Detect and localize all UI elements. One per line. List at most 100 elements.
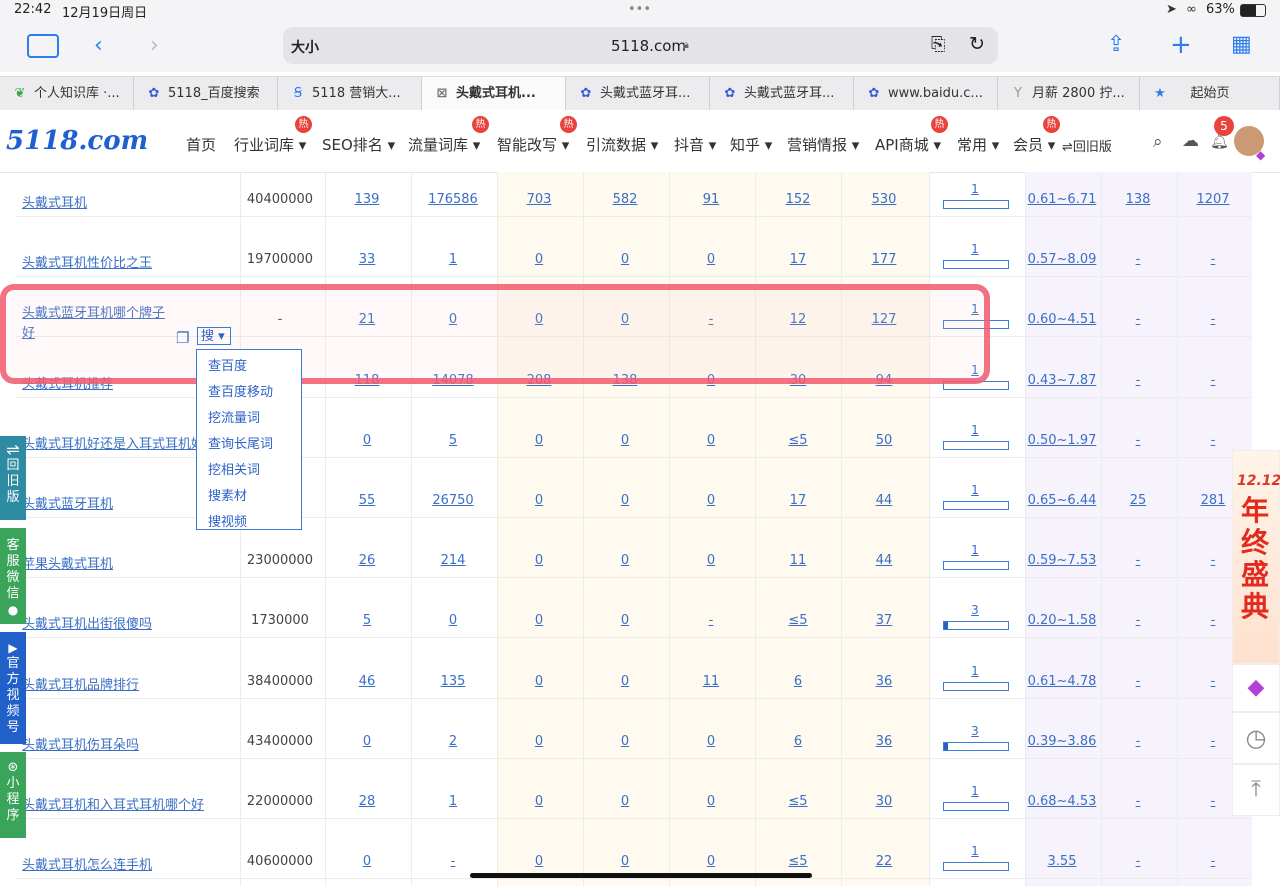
metric-link[interactable]: 176586 <box>413 192 493 207</box>
tab-8[interactable]: Y 月薪 2800 拧... <box>998 77 1140 111</box>
metric-link[interactable]: 0 <box>499 794 579 809</box>
back-icon[interactable]: ‹ <box>94 35 103 57</box>
extension-icon[interactable]: ⎘ <box>931 34 945 55</box>
rank-link[interactable]: 1 <box>955 844 995 858</box>
address-bar[interactable]: 大小 5118.com 🔒︎ ⎘ ↻ <box>283 27 998 64</box>
metric-link[interactable]: 0 <box>585 794 665 809</box>
metric-link[interactable]: 6 <box>758 734 838 749</box>
sidebar-toggle-icon[interactable] <box>27 34 59 58</box>
download-cloud-icon[interactable]: ☁ <box>1182 131 1199 151</box>
metric-link[interactable]: 44 <box>844 493 924 508</box>
metric-link[interactable]: 1207 <box>1183 192 1243 207</box>
metric-link[interactable]: - <box>1183 854 1243 869</box>
cpc-link[interactable]: 0.68~4.53 <box>1022 794 1102 809</box>
side-video[interactable]: ▶ 官方视频号 <box>0 632 26 744</box>
metric-link[interactable]: 0 <box>499 433 579 448</box>
metric-link[interactable]: 0 <box>327 854 407 869</box>
search-dropdown-button[interactable]: 搜 ▾ <box>197 327 231 345</box>
metric-link[interactable]: 0 <box>585 854 665 869</box>
metric-link[interactable]: 0 <box>671 433 751 448</box>
rank-link[interactable]: 1 <box>955 182 995 196</box>
metric-link[interactable]: - <box>1108 553 1168 568</box>
metric-link[interactable]: - <box>1183 373 1243 388</box>
tab-3[interactable]: Ꞩ 5118 营销大... <box>278 77 422 111</box>
metric-link[interactable]: 0 <box>671 794 751 809</box>
keyword-link[interactable]: 头戴式耳机怎么连手机 <box>22 854 242 873</box>
menu-item-related[interactable]: 挖相关词 <box>208 459 260 478</box>
nav-member[interactable]: 会员 ▾ <box>1013 134 1055 155</box>
metric-link[interactable]: 0 <box>499 493 579 508</box>
metric-link[interactable]: 11 <box>758 553 838 568</box>
metric-link[interactable]: 0 <box>327 433 407 448</box>
menu-item-baidu-mobile[interactable]: 查百度移动 <box>208 381 273 400</box>
reader-size-button[interactable]: 大小 <box>291 37 319 57</box>
metric-link[interactable]: 30 <box>844 794 924 809</box>
metric-link[interactable]: 0 <box>585 674 665 689</box>
side-service-wechat[interactable]: 客服微信 ● <box>0 528 26 624</box>
metric-link[interactable]: 214 <box>413 553 493 568</box>
nav-common[interactable]: 常用 ▾ <box>957 134 999 155</box>
cpc-link[interactable]: 0.61~4.78 <box>1022 674 1102 689</box>
forward-icon[interactable]: › <box>150 35 159 57</box>
metric-link[interactable]: 26 <box>327 553 407 568</box>
metric-link[interactable]: 703 <box>499 192 579 207</box>
metric-link[interactable]: 46 <box>327 674 407 689</box>
tab-9[interactable]: ★ 起始页 <box>1140 77 1280 111</box>
metric-link[interactable]: 0 <box>585 553 665 568</box>
reload-icon[interactable]: ↻ <box>969 33 985 55</box>
metric-link[interactable]: ≤5 <box>758 794 838 809</box>
metric-link[interactable]: 0 <box>585 433 665 448</box>
metric-link[interactable]: 28 <box>327 794 407 809</box>
metric-link[interactable]: 0 <box>585 493 665 508</box>
url-text[interactable]: 5118.com <box>611 37 686 55</box>
metric-link[interactable]: 17 <box>758 493 838 508</box>
promo-banner[interactable]: 12.12 年终盛典 <box>1232 450 1280 664</box>
metric-link[interactable]: 135 <box>413 674 493 689</box>
rank-link[interactable]: 1 <box>955 664 995 678</box>
keyword-link[interactable]: 头戴式耳机性价比之王 <box>22 252 242 271</box>
nav-old-version[interactable]: ⇌回旧版 <box>1062 136 1112 155</box>
metric-link[interactable]: 6 <box>758 674 838 689</box>
metric-link[interactable]: 37 <box>844 613 924 628</box>
more-dots-icon[interactable]: ••• <box>628 2 651 17</box>
metric-link[interactable]: 1 <box>413 252 493 267</box>
cpc-link[interactable]: 0.43~7.87 <box>1022 373 1102 388</box>
back-to-top-icon[interactable]: ⤒ <box>1232 764 1280 816</box>
cpc-link[interactable]: 0.59~7.53 <box>1022 553 1102 568</box>
nav-seo[interactable]: SEO排名 ▾ <box>322 134 395 155</box>
metric-link[interactable]: - <box>1183 252 1243 267</box>
metric-link[interactable]: 36 <box>844 674 924 689</box>
metric-link[interactable]: 139 <box>327 192 407 207</box>
cpc-link[interactable]: 0.61~6.71 <box>1022 192 1102 207</box>
rank-link[interactable]: 1 <box>955 242 995 256</box>
side-old-version[interactable]: ⇌ 回旧版 <box>0 436 26 520</box>
metric-link[interactable]: 1 <box>413 794 493 809</box>
keyword-link[interactable]: 头戴式耳机出街很傻吗 <box>22 613 242 632</box>
metric-link[interactable]: - <box>1108 373 1168 388</box>
metric-link[interactable]: 530 <box>844 192 924 207</box>
metric-link[interactable]: 0 <box>499 553 579 568</box>
cpc-link[interactable]: 0.60~4.51 <box>1022 312 1102 327</box>
metric-link[interactable]: - <box>1108 794 1168 809</box>
metric-link[interactable]: 0 <box>413 613 493 628</box>
metric-link[interactable]: 11 <box>671 674 751 689</box>
metric-link[interactable]: ≤5 <box>758 613 838 628</box>
metric-link[interactable]: 26750 <box>413 493 493 508</box>
tab-7[interactable]: ✿ www.baidu.c... <box>854 77 998 111</box>
history-clock-icon[interactable]: ◷ <box>1232 712 1280 764</box>
metric-link[interactable]: - <box>1108 674 1168 689</box>
tab-5[interactable]: ✿ 头戴式蓝牙耳... <box>566 77 710 111</box>
metric-link[interactable]: 22 <box>844 854 924 869</box>
rank-link[interactable]: 1 <box>955 483 995 497</box>
metric-link[interactable]: ≤5 <box>758 854 838 869</box>
metric-link[interactable]: 33 <box>327 252 407 267</box>
metric-link[interactable]: 0 <box>671 553 751 568</box>
nav-rewrite[interactable]: 智能改写 ▾ <box>497 134 569 155</box>
tab-4-active[interactable]: ⊠ 头戴式耳机... <box>422 77 566 111</box>
metric-link[interactable]: 0 <box>671 493 751 508</box>
keyword-link[interactable]: 头戴式耳机和入耳式耳机哪个好 <box>22 794 242 813</box>
metric-link[interactable]: 0 <box>585 252 665 267</box>
metric-link[interactable]: 0 <box>585 613 665 628</box>
metric-link[interactable]: - <box>1108 854 1168 869</box>
cpc-link[interactable]: 0.50~1.97 <box>1022 433 1102 448</box>
